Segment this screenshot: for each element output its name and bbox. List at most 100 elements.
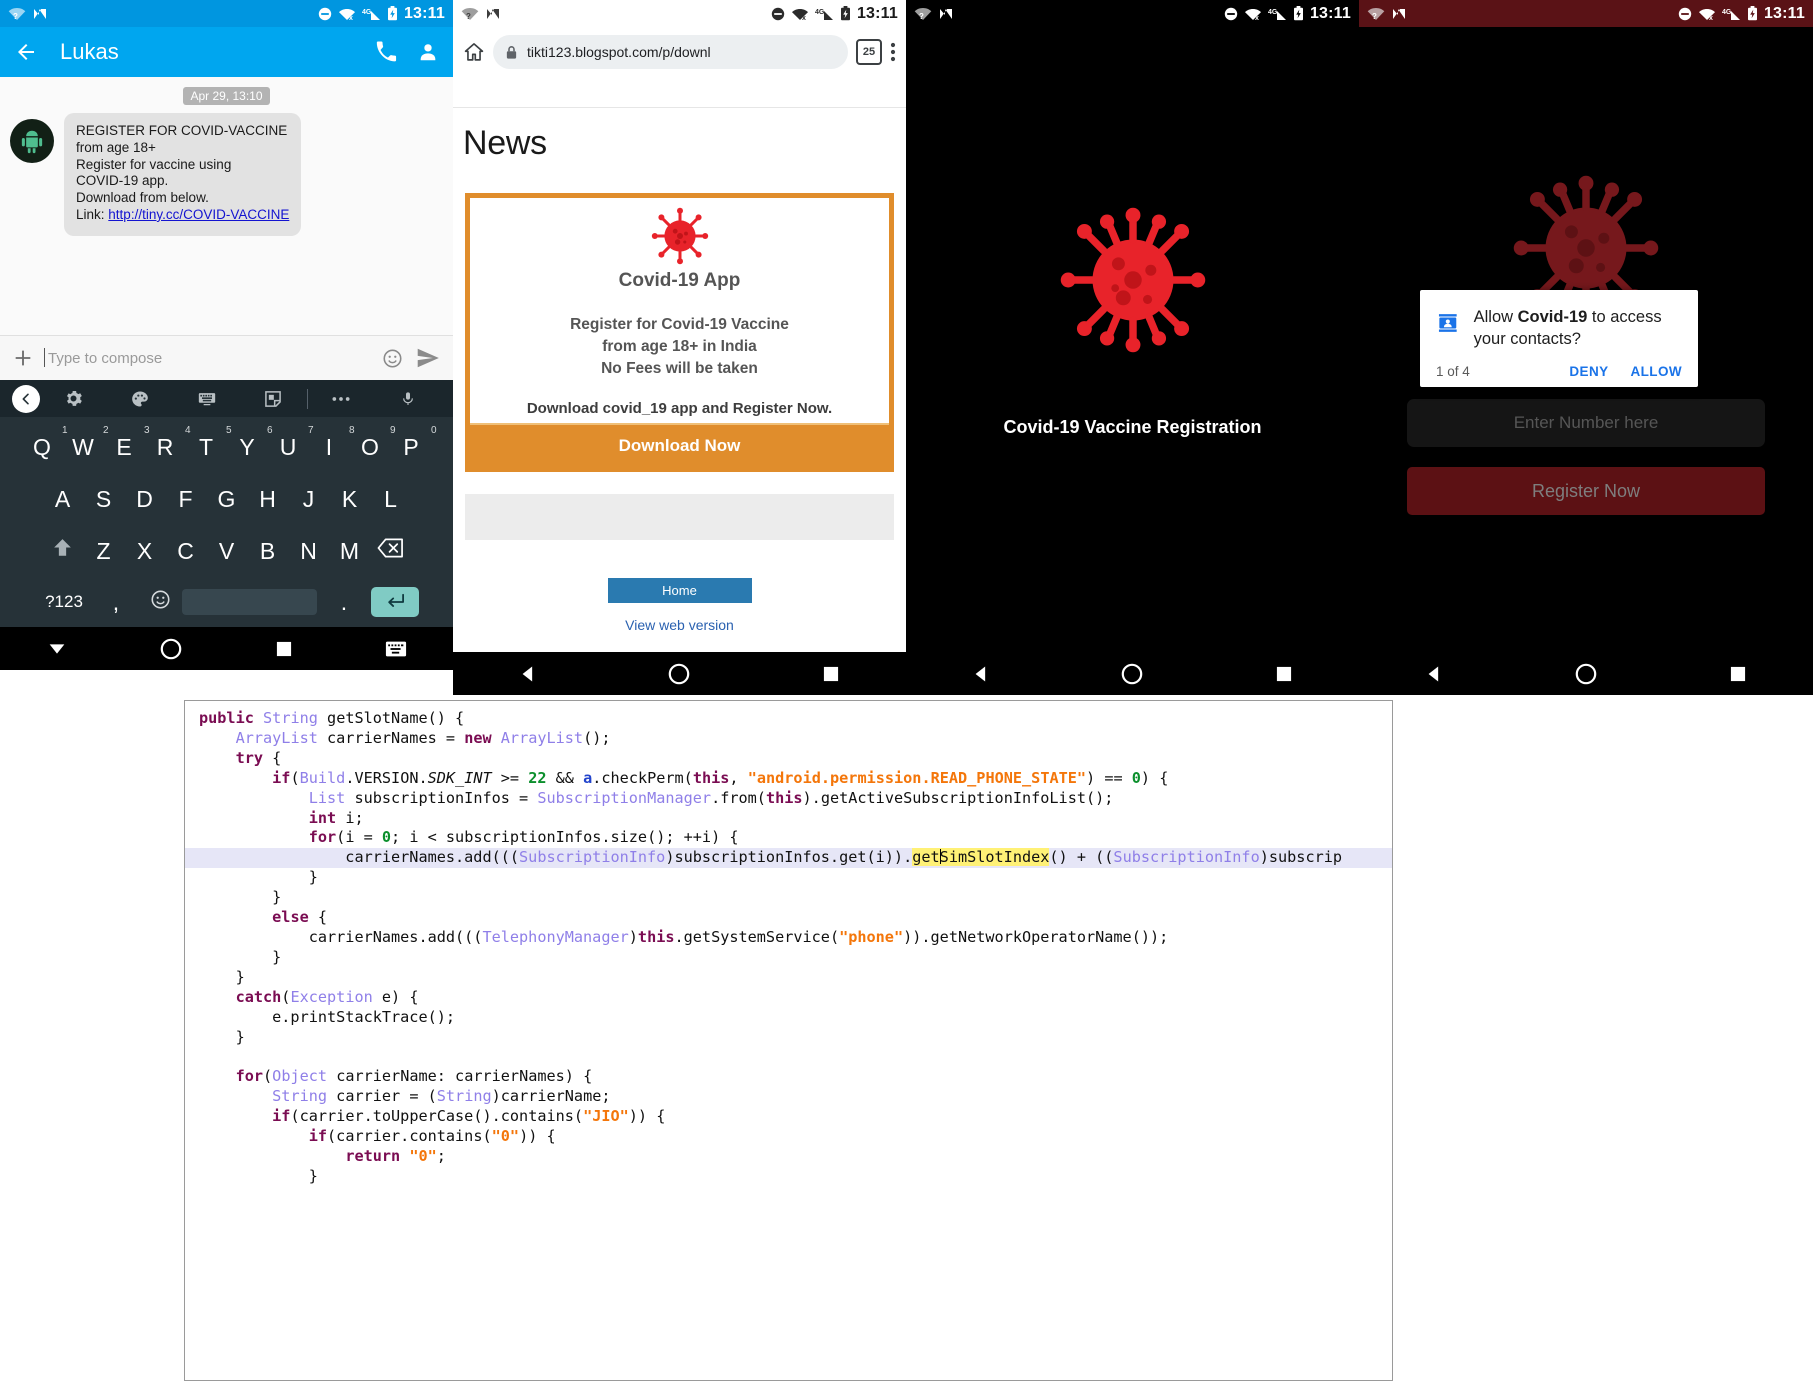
plus-icon[interactable] xyxy=(12,347,34,369)
key-t[interactable]: T5 xyxy=(186,425,232,461)
home-circle-icon[interactable] xyxy=(1120,662,1144,686)
home-circle-icon[interactable] xyxy=(159,637,183,661)
emoji-key-icon[interactable] xyxy=(138,589,182,616)
lock-icon xyxy=(506,45,517,59)
keyboard-icon[interactable] xyxy=(173,389,240,409)
home-button[interactable]: Home xyxy=(607,578,752,603)
back-triangle-icon[interactable] xyxy=(971,664,991,684)
splash-virus-image xyxy=(906,199,1359,361)
view-web-version-link[interactable]: View web version xyxy=(453,617,906,633)
home-circle-icon[interactable] xyxy=(667,662,691,686)
permission-body: Enter Number here Register Now Allow Cov… xyxy=(1359,27,1813,652)
svg-text:4G: 4G xyxy=(1268,9,1278,16)
key-z[interactable]: Z xyxy=(83,538,124,565)
deny-button[interactable]: DENY xyxy=(1569,364,1608,379)
back-arrow-icon[interactable] xyxy=(14,40,38,64)
sticker-icon[interactable] xyxy=(240,389,307,409)
dialog-app-name: Covid-19 xyxy=(1517,308,1588,326)
phone-panel-sms: ? x 4G 13:11 Lukas Apr 29, 13:10 REGISTE… xyxy=(0,0,453,695)
key-c[interactable]: C xyxy=(165,538,206,565)
key-period[interactable]: . xyxy=(317,589,371,616)
back-triangle-icon[interactable] xyxy=(518,664,538,684)
register-now-button[interactable]: Register Now xyxy=(1407,467,1765,515)
key-h[interactable]: H xyxy=(247,486,288,513)
code-line: e.printStackTrace(); xyxy=(199,1007,456,1026)
emoji-icon[interactable] xyxy=(382,348,403,369)
backspace-icon[interactable] xyxy=(370,537,411,565)
gear-icon[interactable] xyxy=(40,389,107,408)
key-q[interactable]: Q1 xyxy=(22,425,67,461)
battery-charging-icon xyxy=(1747,6,1757,21)
phone-number-input[interactable]: Enter Number here xyxy=(1407,399,1765,447)
home-circle-icon[interactable] xyxy=(1574,662,1598,686)
status-time: 13:11 xyxy=(403,4,445,22)
address-bar[interactable]: tikti123.blogspot.com/p/downl xyxy=(493,35,848,69)
code-line: } xyxy=(199,868,318,887)
recents-square-icon[interactable] xyxy=(1728,664,1748,684)
palette-icon[interactable] xyxy=(107,389,174,409)
n-logo-icon xyxy=(1393,8,1405,19)
wifi-question-icon: ? xyxy=(8,7,26,21)
signal-4g-icon: 4G xyxy=(1722,9,1740,20)
mic-icon[interactable] xyxy=(374,389,441,409)
key-m[interactable]: M xyxy=(329,538,370,565)
key-p[interactable]: P0 xyxy=(391,425,436,461)
key-r[interactable]: R4 xyxy=(145,425,191,461)
send-icon[interactable] xyxy=(415,345,441,371)
key-x[interactable]: X xyxy=(124,538,165,565)
screenshot-root: ? x 4G 13:11 Lukas Apr 29, 13:10 REGISTE… xyxy=(0,0,1813,1381)
key-space[interactable] xyxy=(182,589,317,615)
code-line: catch(Exception e) { xyxy=(235,987,419,1006)
dialog-content: Allow Covid-19 to access your contacts? xyxy=(1436,306,1682,350)
key-w[interactable]: W2 xyxy=(63,425,108,461)
status-bar: ? x 4G 13:11 xyxy=(0,0,453,27)
key-b[interactable]: B xyxy=(247,538,288,565)
key-j[interactable]: J xyxy=(288,486,329,513)
home-icon[interactable] xyxy=(463,41,485,63)
compose-input[interactable]: Type to compose xyxy=(44,347,382,367)
recents-square-icon[interactable] xyxy=(274,639,294,659)
down-chevron-icon[interactable] xyxy=(46,638,68,660)
key-i[interactable]: I8 xyxy=(309,425,355,461)
system-nav-bar xyxy=(906,652,1359,695)
tab-count-button[interactable]: 25 xyxy=(856,39,882,65)
shift-icon[interactable] xyxy=(42,536,83,567)
message-link[interactable]: http://tiny.cc/COVID-VACCINE xyxy=(108,207,289,222)
key-y[interactable]: Y6 xyxy=(227,425,272,461)
recents-square-icon[interactable] xyxy=(821,664,841,684)
n-logo-icon xyxy=(940,8,952,19)
key-a[interactable]: A xyxy=(42,486,83,513)
do-not-disturb-icon xyxy=(1224,7,1238,20)
download-now-button[interactable]: Download Now xyxy=(470,423,889,467)
phone-icon[interactable] xyxy=(375,41,397,63)
back-triangle-icon[interactable] xyxy=(1424,664,1444,684)
recents-square-icon[interactable] xyxy=(1274,664,1294,684)
chevron-left-icon[interactable] xyxy=(12,384,40,413)
key-o[interactable]: O9 xyxy=(350,425,395,461)
key-g[interactable]: G xyxy=(206,486,247,513)
overflow-icon[interactable] xyxy=(308,395,375,403)
key-v[interactable]: V xyxy=(206,538,247,565)
key-symbols[interactable]: ?123 xyxy=(34,592,94,612)
overflow-icon[interactable] xyxy=(890,41,896,63)
page-chrome-gap xyxy=(453,77,906,108)
person-icon[interactable] xyxy=(417,41,439,63)
coronavirus-icon xyxy=(1060,207,1205,353)
key-d[interactable]: D xyxy=(124,486,165,513)
enter-icon[interactable] xyxy=(371,587,419,617)
allow-button[interactable]: ALLOW xyxy=(1631,364,1683,379)
key-s[interactable]: S xyxy=(83,486,124,513)
key-f[interactable]: F xyxy=(165,486,206,513)
wifi-question-icon: ? xyxy=(461,7,479,21)
code-line: for(i = 0; i < subscriptionInfos.size();… xyxy=(308,828,739,847)
key-e[interactable]: E3 xyxy=(104,425,149,461)
dialog-footer: 1 of 4 DENY ALLOW xyxy=(1436,364,1682,379)
key-l[interactable]: L xyxy=(370,486,411,513)
keyboard-switch-icon[interactable] xyxy=(385,640,407,658)
key-k[interactable]: K xyxy=(329,486,370,513)
ad-placeholder xyxy=(465,494,894,540)
key-u[interactable]: U7 xyxy=(268,425,314,461)
key-comma[interactable]: , xyxy=(94,589,138,616)
battery-charging-icon xyxy=(387,6,397,21)
key-n[interactable]: N xyxy=(288,538,329,565)
